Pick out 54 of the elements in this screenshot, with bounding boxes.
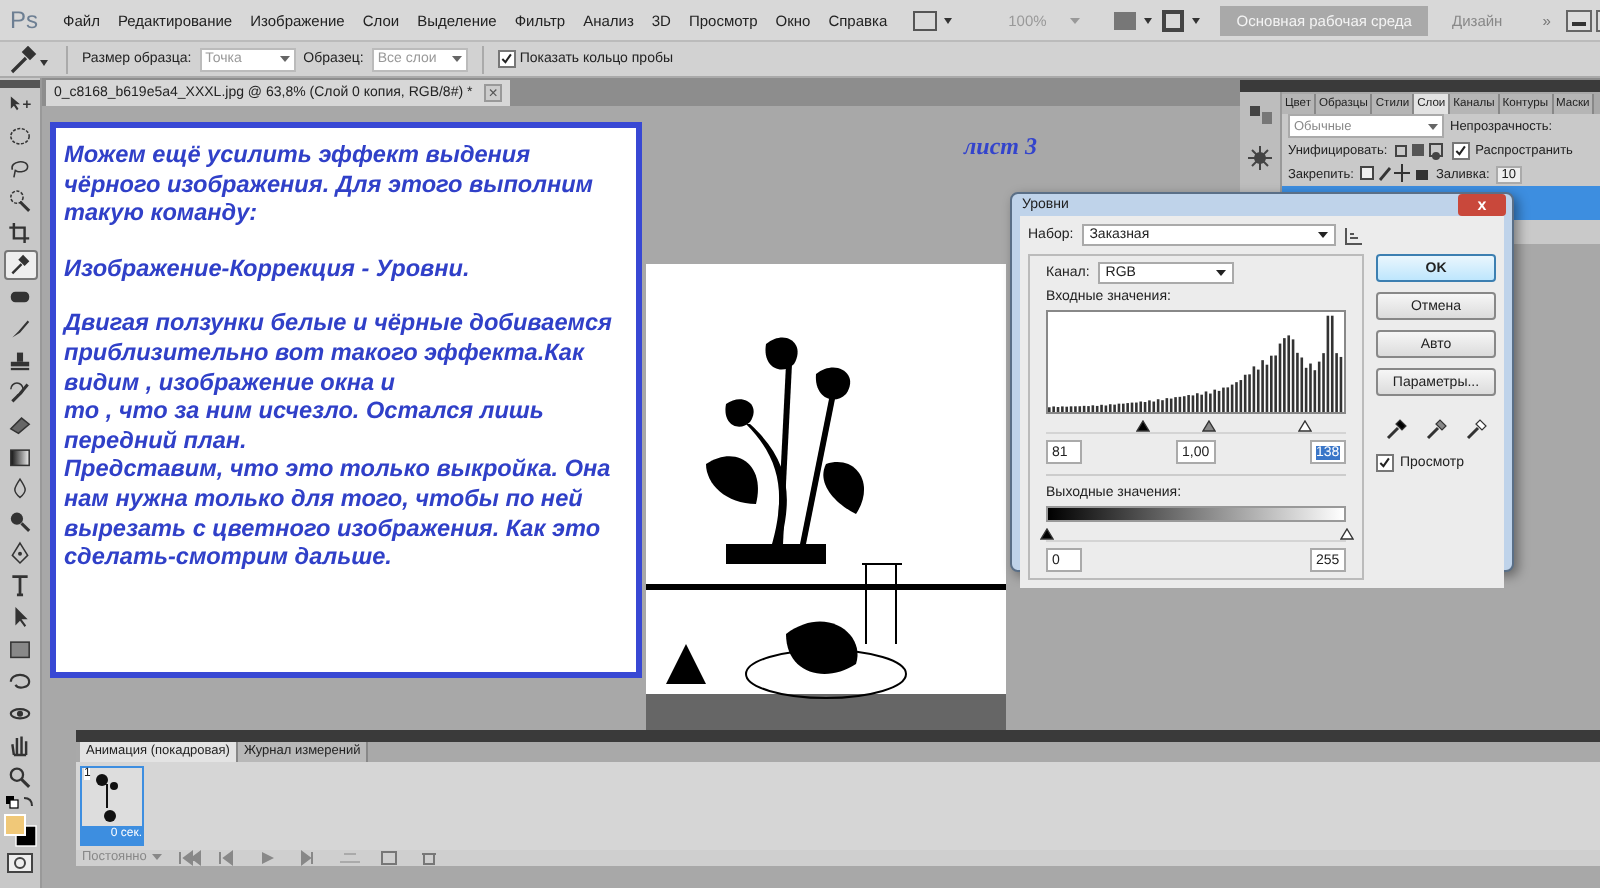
slider-thumb[interactable]	[1297, 420, 1311, 432]
lasso-tool-icon[interactable]	[6, 156, 34, 182]
caret-icon	[152, 854, 163, 861]
eyedropper-icon[interactable]	[1385, 418, 1407, 440]
screen-frame-icon	[1160, 7, 1205, 33]
checkbox[interactable]	[1451, 141, 1470, 159]
slider-thumb[interactable]	[1039, 528, 1053, 540]
history-brush-icon[interactable]	[6, 380, 34, 406]
note-text: Можем ещё усилить эффект выдения чёрного изображения. Для этого выполним такую команду:	[64, 140, 596, 228]
marquee-tool-icon[interactable]	[6, 124, 34, 150]
eraser-tool-icon[interactable]	[6, 412, 34, 438]
slider-thumb[interactable]	[1135, 420, 1149, 432]
sun-icon	[1248, 146, 1272, 170]
sheet-label: лист 3	[961, 130, 1039, 164]
default-colors-icon	[4, 794, 36, 812]
dodge-tool-icon[interactable]	[6, 508, 34, 534]
zoom-tool-icon[interactable]	[6, 764, 34, 790]
caret-icon	[279, 56, 290, 62]
app-logo: Ps	[10, 6, 39, 34]
arrange-documents-icon	[1112, 7, 1157, 33]
caret-icon	[1070, 17, 1081, 23]
caret-icon	[1215, 270, 1226, 276]
quick-mask-icon	[6, 850, 34, 876]
lock-icons	[1359, 164, 1430, 184]
caret-icon	[1428, 123, 1438, 129]
note-text: Двигая ползунки белые и чёрные добиваемся приблизительно вот такого эффекта.Как видим , изображение окна и то , что за ним исчезло. Остался лишь передний план. Представим, что это только выкройка. Она нам нужна только для того, чтобы по ней вырезать с цветного изображения. Как это сделать-смотрим дальше.	[64, 308, 615, 572]
checkbox[interactable]	[497, 50, 516, 68]
caret-icon	[1318, 232, 1328, 238]
eyedropper-icon	[8, 45, 52, 73]
eyedropper-icon[interactable]	[1425, 418, 1447, 440]
thumbnail-drawing	[82, 767, 142, 826]
quick-selection-icon[interactable]	[6, 188, 34, 214]
unify-icons	[1393, 140, 1446, 160]
preset-options-icon	[1344, 225, 1364, 245]
note-text: Изображение-Коррекция - Уровни.	[64, 253, 472, 283]
close-button[interactable]: ×	[484, 84, 502, 102]
panel-icon	[1247, 104, 1273, 126]
screen-mode-icon	[912, 7, 957, 33]
color-swatches-icon	[3, 814, 37, 848]
minimize-icon	[1566, 9, 1593, 31]
type-tool-icon[interactable]	[6, 572, 34, 598]
pen-tool-icon[interactable]	[6, 540, 34, 566]
caret-icon	[451, 56, 462, 62]
eyedropper-icon[interactable]	[6, 252, 34, 278]
close-button[interactable]: x	[1458, 194, 1506, 216]
gradient-tool-icon[interactable]	[6, 444, 34, 470]
slider-thumb[interactable]	[1339, 528, 1353, 540]
new-frame-icon[interactable]	[378, 849, 403, 866]
crop-tool-icon[interactable]	[6, 220, 34, 246]
rectangle-tool-icon[interactable]	[6, 636, 34, 662]
slider-thumb[interactable]	[1201, 420, 1215, 432]
stamp-tool-icon[interactable]	[6, 348, 34, 374]
eyedropper-icon[interactable]	[1465, 418, 1487, 440]
checkbox[interactable]	[1376, 454, 1394, 472]
